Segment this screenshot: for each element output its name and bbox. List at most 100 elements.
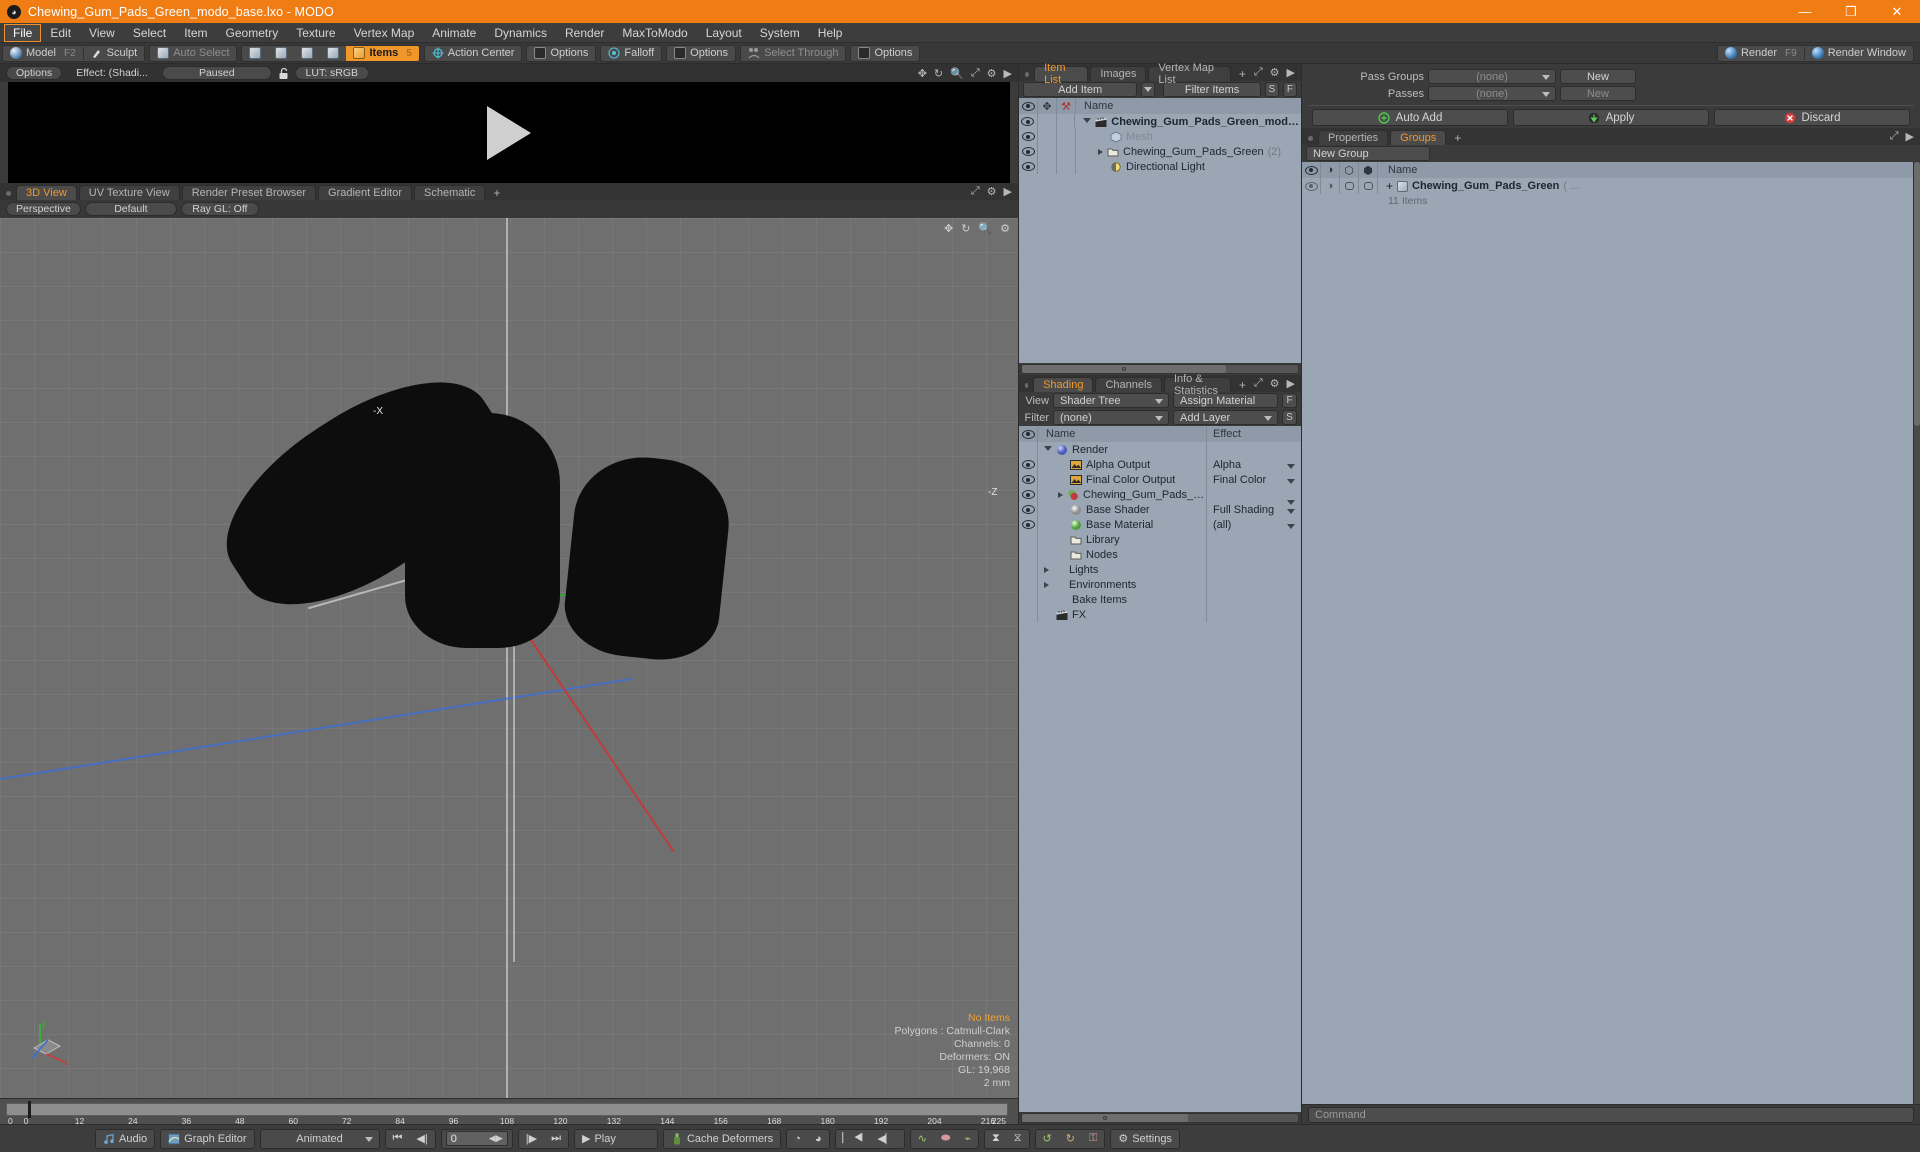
tab-gradient-editor[interactable]: Gradient Editor bbox=[318, 185, 412, 200]
vertices-mode-button[interactable] bbox=[242, 46, 268, 61]
reload-icon[interactable]: ↻ bbox=[1059, 1130, 1082, 1148]
frame-input[interactable]: 0 ◀▶ bbox=[445, 1131, 508, 1146]
add-item-button[interactable]: Add Item bbox=[1023, 82, 1138, 97]
list-item[interactable]: Directional Light bbox=[1019, 159, 1301, 174]
falloff-button[interactable]: Falloff bbox=[601, 46, 661, 61]
menu-item-geometry[interactable]: Geometry bbox=[217, 24, 288, 42]
add-item-dropdown[interactable] bbox=[1141, 82, 1156, 97]
add-tab-button[interactable]: + bbox=[1233, 67, 1252, 81]
timeline[interactable]: 0 225 0 12 24 36 48 60 72 84 96 108 120 132 144 156 16… bbox=[0, 1098, 1018, 1126]
tab-vertex-map-list[interactable]: Vertex Map List bbox=[1148, 62, 1231, 86]
list-item[interactable]: Environments bbox=[1019, 577, 1301, 592]
new-group-button[interactable]: New Group bbox=[1306, 146, 1430, 161]
col-render-icon[interactable]: ◑ bbox=[1321, 164, 1339, 176]
cache-deformers-button[interactable]: Cache Deformers bbox=[664, 1130, 780, 1148]
orientation-gizmo[interactable]: y x bbox=[26, 1018, 74, 1067]
shader-tree-hscrollbar[interactable] bbox=[1021, 1113, 1299, 1123]
key-last-icon[interactable]: ◀⎸ bbox=[870, 1130, 903, 1148]
viewport-shading-button[interactable]: Default bbox=[84, 202, 177, 216]
expand-arrow-icon[interactable] bbox=[1098, 148, 1103, 155]
expand-arrow-icon[interactable] bbox=[1058, 491, 1063, 498]
pan-icon[interactable]: ✥ bbox=[944, 222, 953, 235]
tab-info-statistics[interactable]: Info & Statistics bbox=[1163, 373, 1231, 397]
maximize-button[interactable]: ❐ bbox=[1828, 0, 1874, 23]
falloff-options-button[interactable]: Options bbox=[667, 46, 735, 61]
panel-menu-dot-icon[interactable] bbox=[1308, 136, 1313, 141]
step-back-button[interactable]: ◀| bbox=[409, 1130, 434, 1148]
arrow-right-icon[interactable]: ▶ bbox=[1906, 130, 1914, 143]
add-tab-button[interactable]: + bbox=[1233, 378, 1252, 392]
tab-properties[interactable]: Properties bbox=[1318, 130, 1389, 145]
tab-render-preset-browser[interactable]: Render Preset Browser bbox=[181, 185, 317, 200]
mesh-object-2[interactable] bbox=[405, 413, 560, 648]
effect-dropdown-icon[interactable] bbox=[1287, 508, 1295, 514]
apply-button[interactable]: Apply bbox=[1513, 109, 1709, 126]
list-item[interactable]: Alpha Output Alpha bbox=[1019, 457, 1301, 472]
collapse-arrow-icon[interactable] bbox=[1083, 117, 1092, 126]
tab-schematic[interactable]: Schematic bbox=[414, 185, 486, 200]
materials-mode-button[interactable] bbox=[320, 46, 346, 61]
mesh-object-3[interactable] bbox=[559, 450, 736, 666]
list-item[interactable]: Nodes bbox=[1019, 547, 1301, 562]
fit-icon[interactable]: ⤢ bbox=[971, 67, 980, 80]
in-icon[interactable]: ⧗ bbox=[985, 1130, 1007, 1148]
list-item[interactable]: Base Shader Full Shading bbox=[1019, 502, 1301, 517]
preview-render-canvas[interactable] bbox=[8, 82, 1010, 183]
go-start-button[interactable]: ⏮ bbox=[386, 1130, 410, 1148]
action-center-options-button[interactable]: Options bbox=[527, 46, 595, 61]
expand-group-icon[interactable]: + bbox=[1386, 179, 1393, 193]
row-visibility-toggle[interactable] bbox=[1019, 117, 1037, 126]
effect-cell[interactable]: Full Shading bbox=[1207, 504, 1301, 516]
row-visibility-toggle[interactable] bbox=[1019, 460, 1037, 469]
list-item[interactable]: Base Material (all) bbox=[1019, 517, 1301, 532]
add-tab-button[interactable]: + bbox=[1448, 131, 1467, 145]
col-visibility-icon[interactable] bbox=[1019, 101, 1037, 111]
tab-uv-texture-view[interactable]: UV Texture View bbox=[78, 185, 180, 200]
effect-cell[interactable]: (all) bbox=[1207, 519, 1301, 531]
handles-icon[interactable]: ⌁ bbox=[957, 1130, 978, 1148]
pass-groups-select[interactable]: (none) bbox=[1428, 69, 1556, 84]
col-axis-icon[interactable]: ⚒ bbox=[1057, 100, 1075, 113]
menu-item-item[interactable]: Item bbox=[175, 24, 216, 42]
pan-icon[interactable]: ✥ bbox=[918, 67, 927, 80]
tab-images[interactable]: Images bbox=[1090, 66, 1147, 81]
list-item[interactable]: Chewing_Gum_Pads_Green_modo... bbox=[1019, 114, 1301, 129]
row-visibility-toggle[interactable] bbox=[1019, 147, 1037, 156]
col-wireframe-icon[interactable]: ⬡ bbox=[1340, 164, 1358, 177]
sculpt-mode-button[interactable]: Sculpt bbox=[84, 46, 145, 61]
zoom-icon[interactable]: 🔍 bbox=[950, 67, 964, 80]
preview-lut-button[interactable]: LUT: sRGB bbox=[294, 66, 369, 80]
tab-groups[interactable]: Groups bbox=[1390, 130, 1447, 145]
tab-shading[interactable]: Shading bbox=[1033, 377, 1094, 392]
list-item[interactable]: Bake Items bbox=[1019, 592, 1301, 607]
maximize-panel-icon[interactable]: ⤢ bbox=[1254, 377, 1263, 390]
close-button[interactable]: ✕ bbox=[1874, 0, 1920, 23]
audio-button[interactable]: Audio bbox=[96, 1130, 154, 1148]
preview-effect-label[interactable]: Effect: (Shadi... bbox=[67, 66, 157, 80]
menu-item-file[interactable]: File bbox=[4, 23, 42, 42]
effect-dropdown-icon[interactable] bbox=[1287, 478, 1295, 484]
menu-item-help[interactable]: Help bbox=[809, 24, 852, 42]
tab-item-list[interactable]: Item List bbox=[1034, 62, 1089, 86]
timeline-track[interactable] bbox=[6, 1103, 1008, 1116]
filter-s-button[interactable]: S bbox=[1264, 82, 1279, 97]
row-visibility-toggle[interactable] bbox=[1019, 132, 1037, 141]
effect-cell[interactable]: Alpha bbox=[1207, 459, 1301, 471]
row-visibility-icon[interactable] bbox=[1302, 181, 1320, 191]
row-visibility-toggle[interactable] bbox=[1019, 505, 1037, 514]
maximize-viewport-icon[interactable]: ⤢ bbox=[971, 185, 980, 198]
gear-icon[interactable]: ⚙ bbox=[987, 67, 997, 80]
select-through-options-button[interactable]: Options bbox=[851, 46, 919, 61]
table-row[interactable]: ◑ + Chewing_Gum_Pads_Green (... bbox=[1302, 178, 1913, 194]
passes-new-button[interactable]: New bbox=[1560, 86, 1636, 101]
menu-item-texture[interactable]: Texture bbox=[287, 24, 344, 42]
menu-item-layout[interactable]: Layout bbox=[697, 24, 751, 42]
panel-menu-dot-icon[interactable] bbox=[1025, 72, 1030, 77]
expand-arrow-icon[interactable] bbox=[1044, 566, 1049, 573]
viewport-raygl-button[interactable]: Ray GL: Off bbox=[180, 202, 259, 216]
auto-add-button[interactable]: Auto Add bbox=[1312, 109, 1508, 126]
passes-select[interactable]: (none) bbox=[1428, 86, 1556, 101]
step-forward-button[interactable]: |▶ bbox=[519, 1130, 544, 1148]
edges-mode-button[interactable] bbox=[268, 46, 294, 61]
expand-arrow-icon[interactable] bbox=[1044, 581, 1049, 588]
